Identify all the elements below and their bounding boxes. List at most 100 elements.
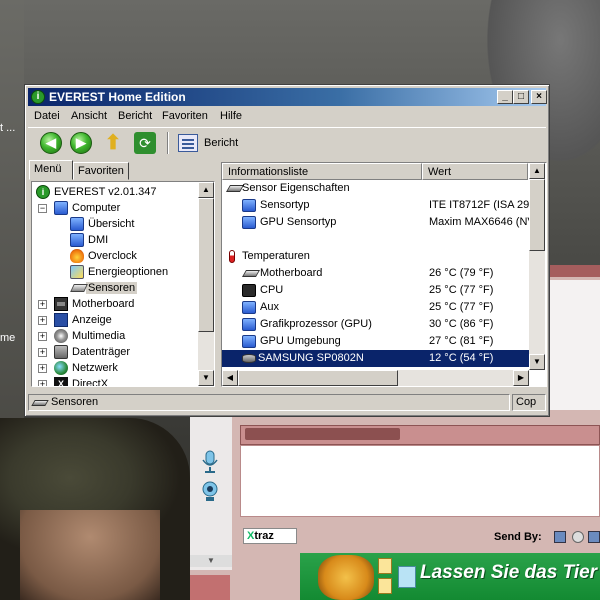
webcam-icon[interactable] bbox=[200, 480, 220, 504]
send-method-icon[interactable] bbox=[588, 531, 600, 543]
computer-icon bbox=[70, 217, 84, 231]
expand-icon[interactable]: + bbox=[38, 316, 47, 325]
list-row[interactable]: Grafikprozessor (GPU) 30 °C (86 °F) bbox=[222, 316, 529, 333]
microphone-icon[interactable] bbox=[200, 450, 220, 474]
list-group-row[interactable]: Sensor Eigenschaften bbox=[222, 180, 529, 197]
tree-scrollbar[interactable]: ▲ ▼ bbox=[198, 182, 214, 386]
list-row-name: GPU Sensortyp bbox=[260, 216, 337, 228]
collapse-icon[interactable]: − bbox=[38, 204, 47, 213]
tree-item-overclock[interactable]: Overclock bbox=[70, 248, 137, 264]
menu-favoriten[interactable]: Favoriten bbox=[162, 110, 208, 122]
ad-small-icon[interactable] bbox=[378, 558, 392, 574]
scroll-thumb[interactable] bbox=[238, 370, 398, 386]
tree-item-computer[interactable]: − Computer bbox=[38, 200, 120, 216]
list-vertical-scrollbar[interactable]: ▲ ▼ bbox=[529, 163, 545, 370]
everest-icon: i bbox=[36, 185, 50, 199]
ad-small-icon[interactable] bbox=[398, 566, 416, 588]
forward-arrow-icon[interactable]: ▶ bbox=[70, 132, 92, 154]
xtraz-button[interactable]: Xtraz bbox=[243, 528, 297, 544]
list-row-name: Aux bbox=[260, 301, 279, 313]
tree-item-label: Motherboard bbox=[72, 298, 135, 310]
expand-icon[interactable]: + bbox=[38, 364, 47, 373]
ad-text[interactable]: Lassen Sie das Tier bbox=[420, 562, 597, 584]
tree-item-label: Datenträger bbox=[72, 346, 131, 358]
refresh-icon[interactable]: ⟳ bbox=[134, 132, 156, 154]
tree-item-dmi[interactable]: DMI bbox=[70, 232, 108, 248]
expand-icon[interactable]: + bbox=[38, 300, 47, 309]
tree-item-netzwerk[interactable]: + Netzwerk bbox=[38, 360, 118, 376]
list-row-name: Grafikprozessor (GPU) bbox=[260, 318, 372, 330]
list-row[interactable]: CPU 25 °C (77 °F) bbox=[222, 282, 529, 299]
list-row-value: ITE IT8712F (ISA 29 bbox=[429, 199, 530, 211]
status-copyright: Cop bbox=[512, 394, 546, 411]
everest-app-icon[interactable]: i bbox=[31, 90, 45, 104]
menu-hilfe[interactable]: Hilfe bbox=[220, 110, 242, 122]
tree-item-sensoren[interactable]: Sensoren bbox=[70, 280, 138, 296]
minimize-button[interactable]: _ bbox=[497, 90, 513, 104]
menu-ansicht[interactable]: Ansicht bbox=[71, 110, 107, 122]
expand-icon[interactable]: + bbox=[38, 332, 47, 341]
send-by-label: Send By: bbox=[494, 531, 542, 543]
send-method-radio[interactable] bbox=[572, 531, 584, 543]
list-row[interactable]: Aux 25 °C (77 °F) bbox=[222, 299, 529, 316]
tree-item-datentraeger[interactable]: + Datenträger bbox=[38, 344, 130, 360]
scroll-down-button[interactable]: ▼ bbox=[198, 370, 214, 386]
messenger-splitter-handle[interactable] bbox=[245, 428, 400, 440]
expand-icon[interactable]: + bbox=[38, 348, 47, 357]
scroll-down-button[interactable]: ▼ bbox=[529, 354, 545, 370]
list-row[interactable]: Sensortyp ITE IT8712F (ISA 29 bbox=[222, 197, 529, 214]
tree-item-anzeige[interactable]: + Anzeige bbox=[38, 312, 112, 328]
report-button-label[interactable]: Bericht bbox=[204, 137, 238, 149]
tab-favoriten[interactable]: Favoriten bbox=[73, 162, 129, 180]
chevron-down-icon[interactable]: ▼ bbox=[190, 555, 232, 567]
tree-item-motherboard[interactable]: + Motherboard bbox=[38, 296, 134, 312]
message-input[interactable] bbox=[240, 445, 600, 517]
aux-icon bbox=[242, 199, 256, 212]
tree-item-directx[interactable]: + X DirectX bbox=[38, 376, 108, 386]
report-icon[interactable] bbox=[178, 134, 198, 152]
tree-item-energieoptionen[interactable]: Energieoptionen bbox=[70, 264, 168, 280]
toolbar: ◀ ▶ ⬆ ⟳ Bericht bbox=[28, 127, 546, 157]
scroll-up-button[interactable]: ▲ bbox=[529, 163, 545, 179]
tree-item-everest[interactable]: i EVEREST v2.01.347 bbox=[36, 184, 157, 200]
menu-bericht[interactable]: Bericht bbox=[118, 110, 152, 122]
desktop-label: t ... bbox=[0, 122, 16, 134]
tree-item-label: Netzwerk bbox=[72, 362, 118, 374]
scroll-right-button[interactable]: ▶ bbox=[513, 370, 529, 386]
scroll-thumb[interactable] bbox=[529, 179, 545, 251]
scroll-up-button[interactable]: ▲ bbox=[198, 182, 214, 198]
scroll-left-button[interactable]: ◀ bbox=[222, 370, 238, 386]
column-header-informationsliste[interactable]: Informationsliste bbox=[222, 163, 422, 180]
list-row-name: GPU Umgebung bbox=[260, 335, 341, 347]
list-row-selected[interactable]: SAMSUNG SP0802N 12 °C (54 °F) bbox=[222, 350, 529, 367]
title-bar[interactable]: i EVEREST Home Edition _ □ × bbox=[28, 88, 547, 106]
list-row[interactable]: GPU Sensortyp Maxim MAX6646 (NV bbox=[222, 214, 535, 231]
tree-item-label: DMI bbox=[88, 234, 109, 246]
display-icon bbox=[54, 313, 68, 327]
tree-item-label: EVEREST v2.01.347 bbox=[54, 186, 157, 198]
list-row-name: Sensortyp bbox=[260, 199, 310, 211]
maximize-button[interactable]: □ bbox=[513, 90, 529, 104]
directx-icon: X bbox=[54, 377, 68, 386]
menu-datei[interactable]: Datei bbox=[34, 110, 60, 122]
messenger-flower-icon[interactable] bbox=[190, 575, 230, 600]
navigation-tree: i EVEREST v2.01.347 − Computer Übersicht… bbox=[31, 181, 215, 387]
send-method-icon[interactable] bbox=[554, 531, 566, 543]
column-header-wert[interactable]: Wert bbox=[422, 163, 528, 180]
menu-bar: Datei Ansicht Bericht Favoriten Hilfe bbox=[28, 107, 546, 125]
up-arrow-icon[interactable]: ⬆ bbox=[102, 132, 124, 154]
list-row[interactable]: GPU Umgebung 27 °C (81 °F) bbox=[222, 333, 529, 350]
close-button[interactable]: × bbox=[531, 90, 547, 104]
list-horizontal-scrollbar[interactable]: ◀ ▶ bbox=[222, 370, 529, 386]
back-arrow-icon[interactable]: ◀ bbox=[40, 132, 62, 154]
lion-mascot-icon bbox=[318, 555, 374, 600]
tree-item-multimedia[interactable]: + Multimedia bbox=[38, 328, 125, 344]
ad-small-icon[interactable] bbox=[378, 578, 392, 594]
tree-item-uebersicht[interactable]: Übersicht bbox=[70, 216, 134, 232]
tab-menu[interactable]: Menü bbox=[29, 160, 73, 180]
expand-icon[interactable]: + bbox=[38, 380, 47, 386]
scroll-thumb[interactable] bbox=[198, 198, 214, 332]
list-row[interactable]: Motherboard 26 °C (79 °F) bbox=[222, 265, 529, 282]
list-group-row[interactable]: Temperaturen bbox=[222, 248, 529, 265]
tree-item-label: Overclock bbox=[88, 250, 137, 262]
